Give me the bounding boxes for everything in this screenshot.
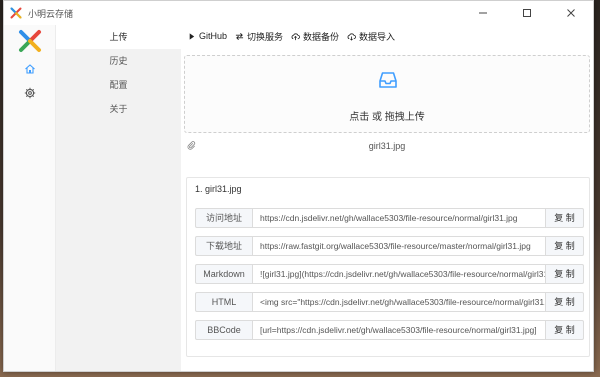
result-label: Markdown bbox=[195, 264, 253, 284]
rail-home-button[interactable] bbox=[24, 63, 36, 75]
icon-rail bbox=[4, 25, 56, 371]
copy-button[interactable]: 复 制 bbox=[545, 208, 584, 228]
switch-service-button[interactable]: 切换服务 bbox=[235, 30, 283, 43]
toolbar: GitHub 切换服务 数据备份 数据导入 bbox=[187, 29, 395, 43]
inbox-icon bbox=[379, 72, 397, 88]
backup-label: 数据备份 bbox=[303, 31, 340, 42]
result-value[interactable]: https://raw.fastgit.org/wallace5303/file… bbox=[253, 236, 545, 256]
result-row-download-url: 下载地址 https://raw.fastgit.org/wallace5303… bbox=[195, 236, 584, 256]
copy-button[interactable]: 复 制 bbox=[545, 292, 584, 312]
result-row-bbcode: BBCode [url=https://cdn.jsdelivr.net/gh/… bbox=[195, 320, 584, 340]
result-label: 访问地址 bbox=[195, 208, 253, 228]
close-button[interactable] bbox=[549, 1, 593, 25]
switch-service-label: 切换服务 bbox=[247, 31, 284, 42]
close-icon bbox=[567, 9, 575, 17]
result-value[interactable]: https://cdn.jsdelivr.net/gh/wallace5303/… bbox=[253, 208, 545, 228]
cloud-upload-icon bbox=[291, 32, 300, 40]
uploaded-file-item: girl31.jpg bbox=[184, 139, 590, 153]
github-button[interactable]: GitHub bbox=[187, 31, 227, 41]
title-bar: 小明云存储 bbox=[4, 1, 593, 25]
result-label: HTML bbox=[195, 292, 253, 312]
home-icon bbox=[25, 64, 35, 74]
menu-item-label: 关于 bbox=[109, 104, 128, 114]
menu-item-upload[interactable]: 上传 bbox=[56, 25, 181, 49]
import-button[interactable]: 数据导入 bbox=[347, 30, 395, 43]
result-label: BBCode bbox=[195, 320, 253, 340]
window-title: 小明云存储 bbox=[28, 8, 74, 19]
minimize-button[interactable] bbox=[461, 1, 505, 25]
result-row-markdown: Markdown ![girl31.jpg](https://cdn.jsdel… bbox=[195, 264, 584, 284]
result-value[interactable]: <img src="https://cdn.jsdelivr.net/gh/wa… bbox=[253, 292, 545, 312]
result-card: 1. girl31.jpg 访问地址 https://cdn.jsdelivr.… bbox=[186, 177, 590, 357]
copy-button[interactable]: 复 制 bbox=[545, 236, 584, 256]
menu-item-label: 配置 bbox=[109, 80, 128, 90]
side-menu: 上传 历史 配置 关于 bbox=[56, 25, 181, 371]
copy-button[interactable]: 复 制 bbox=[545, 264, 584, 284]
maximize-button[interactable] bbox=[505, 1, 549, 25]
swap-icon bbox=[235, 32, 244, 40]
copy-button[interactable]: 复 制 bbox=[545, 320, 584, 340]
gear-icon bbox=[24, 87, 36, 99]
x-logo-icon bbox=[10, 7, 22, 19]
minimize-icon bbox=[479, 12, 487, 14]
menu-item-history[interactable]: 历史 bbox=[56, 49, 181, 73]
upload-dropzone[interactable]: 点击 或 拖拽上传 bbox=[184, 55, 590, 133]
app-window: 小明云存储 上传 历史 配置 关于 GitHub 切换服务 数据备份 数据导入 … bbox=[3, 0, 594, 372]
menu-item-label: 历史 bbox=[109, 56, 128, 66]
dropzone-text: 点击 或 拖拽上传 bbox=[349, 112, 425, 123]
result-row-access-url: 访问地址 https://cdn.jsdelivr.net/gh/wallace… bbox=[195, 208, 584, 228]
rail-settings-button[interactable] bbox=[24, 87, 36, 99]
menu-item-label: 上传 bbox=[109, 32, 128, 42]
menu-item-about[interactable]: 关于 bbox=[56, 97, 181, 121]
window-controls bbox=[461, 1, 593, 25]
uploaded-file-name[interactable]: girl31.jpg bbox=[184, 141, 590, 151]
result-value[interactable]: [url=https://cdn.jsdelivr.net/gh/wallace… bbox=[253, 320, 545, 340]
caret-right-icon bbox=[189, 32, 195, 40]
maximize-icon bbox=[523, 9, 531, 17]
backup-button[interactable]: 数据备份 bbox=[291, 30, 339, 43]
result-value[interactable]: ![girl31.jpg](https://cdn.jsdelivr.net/g… bbox=[253, 264, 545, 284]
menu-item-config[interactable]: 配置 bbox=[56, 73, 181, 97]
result-row-html: HTML <img src="https://cdn.jsdelivr.net/… bbox=[195, 292, 584, 312]
main-panel: GitHub 切换服务 数据备份 数据导入 点击 或 拖拽上传 girl31.j… bbox=[181, 25, 593, 371]
result-title: 1. girl31.jpg bbox=[195, 184, 242, 194]
import-label: 数据导入 bbox=[359, 31, 396, 42]
github-label: GitHub bbox=[199, 31, 228, 41]
app-logo-icon bbox=[19, 30, 41, 52]
cloud-download-icon bbox=[347, 32, 356, 41]
result-label: 下载地址 bbox=[195, 236, 253, 256]
